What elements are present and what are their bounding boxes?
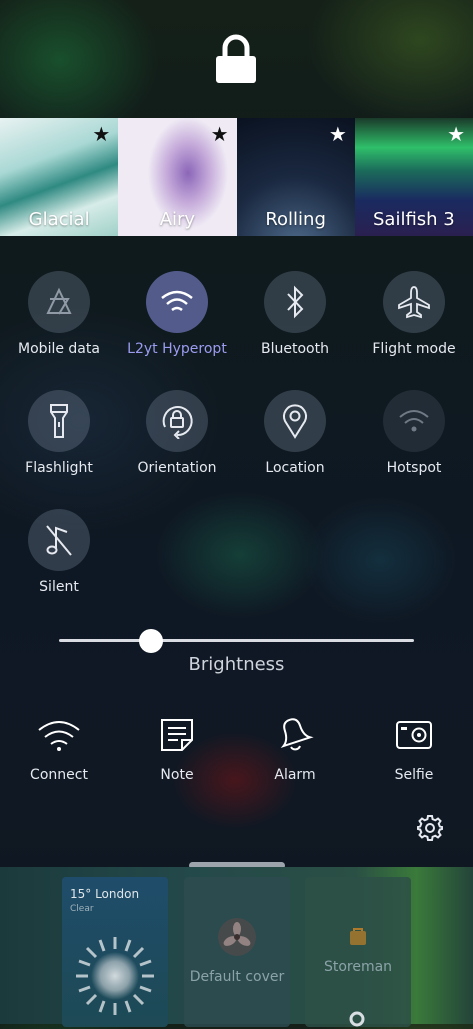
toggle-bluetooth-button[interactable] <box>264 271 326 333</box>
favorite-star-icon: ★ <box>210 122 229 146</box>
toggle-location-button[interactable] <box>264 390 326 452</box>
toggle-flashlight[interactable]: Flashlight <box>0 390 118 476</box>
toggle-silent[interactable]: Silent <box>0 509 118 595</box>
mobile-data-icon <box>46 287 72 315</box>
lock-icon[interactable] <box>214 34 258 84</box>
ambience-glacial[interactable]: ★ Glacial <box>0 118 119 236</box>
ambience-rolling[interactable]: ★ Rolling <box>236 118 355 236</box>
fan-icon <box>218 918 256 956</box>
toggle-wifi[interactable]: L2yt Hyperopt <box>118 271 236 357</box>
bluetooth-icon <box>287 285 304 319</box>
weather-cover[interactable]: 15° London Clear <box>62 877 168 1027</box>
toggle-flight-mode[interactable]: Flight mode <box>355 271 473 357</box>
ambience-airy[interactable]: ★ Airy <box>118 118 237 236</box>
orientation-lock-icon <box>162 406 193 439</box>
toggle-label: Hotspot <box>386 460 442 476</box>
toggle-flashlight-button[interactable] <box>28 390 90 452</box>
shortcut-label: Selfie <box>394 767 434 783</box>
toggle-orientation[interactable]: Orientation <box>118 390 236 476</box>
brightness-slider-handle[interactable] <box>139 629 164 653</box>
flashlight-icon <box>50 404 68 438</box>
shortcut-connect[interactable]: Connect <box>0 715 118 783</box>
shortcut-label: Connect <box>30 767 88 783</box>
toggle-mobile-data[interactable]: Mobile data <box>0 271 118 357</box>
hotspot-icon <box>399 410 429 432</box>
alarm-bell-icon <box>280 718 314 751</box>
brightness-label: Brightness <box>188 654 285 675</box>
toggle-mobile-data-button[interactable] <box>28 271 90 333</box>
airplane-icon <box>398 286 430 319</box>
storeman-icon <box>350 928 366 945</box>
search-icon <box>349 1011 365 1027</box>
toggle-flight-mode-button[interactable] <box>383 271 445 333</box>
default-cover-label: Default cover <box>189 969 285 985</box>
toggle-bluetooth[interactable]: Bluetooth <box>236 271 354 357</box>
wifi-icon <box>161 290 193 312</box>
wifi-connect-icon <box>38 721 80 751</box>
toggle-label: Orientation <box>137 460 217 476</box>
storeman-cover[interactable]: Storeman <box>305 877 411 1027</box>
toggle-label: Silent <box>39 579 79 595</box>
gear-icon[interactable] <box>417 815 443 841</box>
toggle-location[interactable]: Location <box>236 390 354 476</box>
toggle-label: L2yt Hyperopt <box>127 341 227 357</box>
app-covers-area: 15° London Clear Default cover Storeman <box>0 867 473 1027</box>
shortcut-alarm[interactable]: Alarm <box>236 715 354 783</box>
ambience-name: Rolling <box>265 209 326 230</box>
favorite-star-icon: ★ <box>92 122 111 146</box>
ambience-name: Sailfish 3 <box>372 209 455 230</box>
weather-condition: Clear <box>70 904 94 914</box>
silent-icon <box>46 525 72 556</box>
toggle-label: Flashlight <box>25 460 93 476</box>
toggle-label: Mobile data <box>18 341 100 357</box>
weather-city: 15° London <box>70 887 140 901</box>
shortcut-note[interactable]: Note <box>118 715 236 783</box>
toggle-hotspot-button[interactable] <box>383 390 445 452</box>
camera-icon <box>396 721 432 749</box>
default-cover[interactable]: Default cover <box>184 877 290 1027</box>
favorite-star-icon: ★ <box>447 122 465 146</box>
favorite-star-icon: ★ <box>328 122 347 146</box>
ambience-name: Glacial <box>28 209 90 230</box>
toggle-label: Flight mode <box>372 341 456 357</box>
ambience-strip: ★ Glacial ★ Airy ★ Rolling ★ Sailfish 3 <box>0 118 473 236</box>
ambience-name: Airy <box>159 209 196 230</box>
toggle-silent-button[interactable] <box>28 509 90 571</box>
storeman-label: Storeman <box>323 959 393 975</box>
sun-icon <box>76 937 154 1015</box>
shortcut-label: Note <box>160 767 194 783</box>
toggle-hotspot[interactable]: Hotspot <box>355 390 473 476</box>
toggle-label: Location <box>265 460 325 476</box>
toggle-label: Bluetooth <box>261 341 329 357</box>
note-icon <box>161 719 193 751</box>
shortcut-label: Alarm <box>274 767 316 783</box>
shortcut-selfie[interactable]: Selfie <box>355 715 473 783</box>
location-icon <box>283 404 307 439</box>
toggle-wifi-button[interactable] <box>146 271 208 333</box>
brightness-slider-track[interactable] <box>59 639 414 642</box>
ambience-sailfish-3[interactable]: ★ Sailfish 3 <box>354 118 473 236</box>
toggle-orientation-button[interactable] <box>146 390 208 452</box>
